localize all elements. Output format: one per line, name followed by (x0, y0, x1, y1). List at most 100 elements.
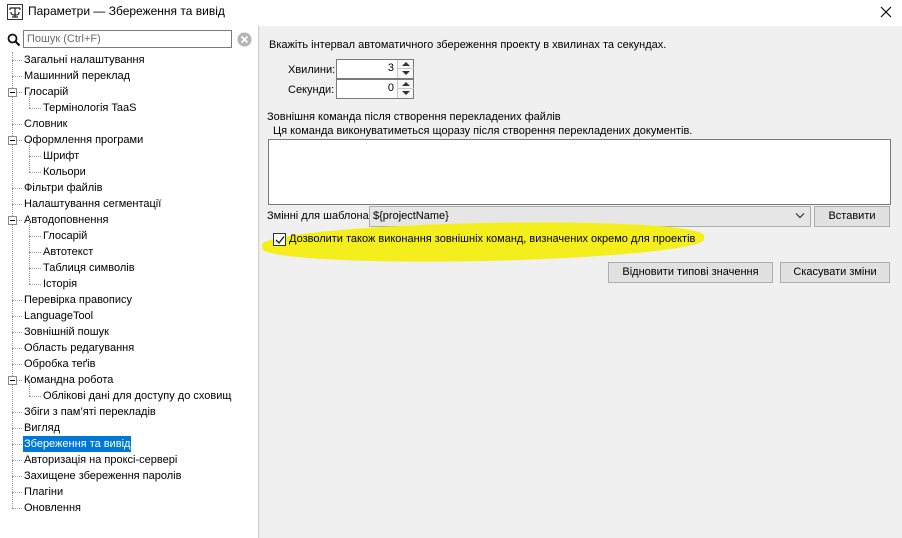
external-command-textarea[interactable] (268, 139, 891, 205)
tree-item[interactable]: Область редагування (0, 340, 258, 356)
insert-button[interactable]: Вставити (814, 206, 890, 227)
tree-item-label: Оформлення програми (24, 134, 144, 146)
tree-guide-line (12, 412, 22, 413)
tree-item-label: Термінологія TaaS (43, 102, 137, 114)
tree-guide-line (12, 348, 22, 349)
tree-item[interactable]: Таблиця символів (0, 252, 258, 276)
seconds-value: 0 (387, 82, 394, 94)
chevron-down-icon (795, 213, 805, 219)
tree-item[interactable]: Захищене збереження паролів (0, 468, 258, 484)
tree-guide-line (12, 364, 22, 365)
tree-item[interactable]: Термінологія TaaS (0, 92, 258, 116)
tree-item-label: Облікові дані для доступу до сховищ (43, 390, 232, 402)
search-icon (7, 33, 21, 47)
tree-item-label: Область редагування (24, 342, 135, 354)
tree-item-label: Зовнішній пошук (24, 326, 109, 338)
tree-item[interactable]: Історія (0, 268, 258, 292)
tree-item[interactable]: Облікові дані для доступу до сховищ (0, 380, 258, 404)
seconds-label: Секунди: (288, 84, 335, 96)
tree-guide-line (29, 172, 41, 173)
tree-item-label: Авторизація на проксі-сервері (24, 454, 178, 466)
tree-item-label: Вигляд (24, 422, 61, 434)
tree-guide-line (12, 204, 22, 205)
title-bar: Параметри — Збереження та вивід (0, 0, 902, 24)
tree-item[interactable]: Командна робота (0, 372, 258, 388)
tree-item[interactable]: Збіги з пам’яті перекладів (0, 404, 258, 420)
tree-item[interactable]: Автодоповнення (0, 212, 258, 228)
tree-guide-line (12, 508, 22, 509)
tree-item-label: Захищене збереження паролів (24, 470, 182, 482)
allow-project-commands-label[interactable]: Дозволити також виконання зовнішніх кома… (289, 233, 695, 245)
allow-project-commands-checkbox[interactable] (273, 233, 286, 246)
window-title: Параметри — Збереження та вивід (28, 4, 225, 18)
tree-item[interactable]: Збереження та вивід (0, 436, 258, 452)
tree-item[interactable]: Зовнішній пошук (0, 324, 258, 340)
tree-item-label: Глосарій (43, 230, 88, 242)
tree-item[interactable]: Шрифт (0, 140, 258, 164)
tree-item[interactable]: Машинний переклад (0, 68, 258, 84)
tree-guide-line (12, 124, 22, 125)
tree-item-label: Таблиця символів (43, 262, 135, 274)
collapse-toggle-icon[interactable] (8, 216, 17, 225)
preferences-sidebar: Загальні налаштування Машинний переклад Гл… (0, 26, 258, 538)
tree-item-label: Загальні налаштування (24, 54, 145, 66)
external-command-title: Зовнішня команда після створення перекла… (267, 111, 561, 123)
checkmark-icon (275, 236, 285, 245)
tree-guide-line (29, 380, 30, 396)
tree-guide-line (29, 268, 41, 269)
template-variables-label: Змінні для шаблона: (267, 210, 372, 222)
tree-item[interactable]: Загальні налаштування (0, 52, 258, 68)
minutes-label: Хвилини: (288, 64, 336, 76)
tree-guide-line (29, 108, 41, 109)
tree-item[interactable]: Кольори (0, 156, 258, 180)
tree-item[interactable]: Авторизація на проксі-сервері (0, 452, 258, 468)
tree-guide-line (12, 460, 22, 461)
collapse-toggle-icon[interactable] (8, 376, 17, 385)
external-command-note: Ця команда виконуватиметься щоразу після… (273, 125, 693, 137)
spinner-down-icon[interactable] (398, 69, 414, 78)
tree-item[interactable]: Глосарій (0, 84, 258, 100)
cancel-changes-button[interactable]: Скасувати зміни (780, 262, 890, 283)
tree-item-label: LanguageTool (24, 310, 94, 322)
tree-item[interactable]: Перевірка правопису (0, 292, 258, 308)
template-variables-value: ${projectName} (373, 210, 449, 222)
tree-guide-line (12, 316, 22, 317)
close-button[interactable] (870, 0, 902, 24)
tree-guide-line (29, 396, 41, 397)
tree-item-label: Перевірка правопису (24, 294, 133, 306)
tree-item-label: Автотекст (43, 246, 94, 258)
tree-item[interactable]: Оформлення програми (0, 132, 258, 148)
restore-defaults-button[interactable]: Відновити типові значення (608, 262, 773, 283)
tree-item[interactable]: Словник (0, 116, 258, 132)
tree-guide-line (29, 252, 30, 268)
tree-item-label: Налаштування сегментації (24, 198, 162, 210)
tree-item[interactable]: Вигляд (0, 420, 258, 436)
tree-guide-line (29, 252, 41, 253)
seconds-spinner[interactable]: 0 (336, 79, 414, 99)
tree-item-label: Фільтри файлів (24, 182, 103, 194)
tree-guide-line (29, 284, 41, 285)
tree-item-label: Словник (24, 118, 68, 130)
tree-item-label: Машинний переклад (24, 70, 131, 82)
spinner-up-icon[interactable] (398, 60, 414, 69)
tree-item[interactable]: Автотекст (0, 236, 258, 260)
tree-item[interactable]: Плагіни (0, 484, 258, 500)
tree-item[interactable]: Обробка теґів (0, 356, 258, 372)
tree-guide-line (12, 492, 22, 493)
search-input[interactable] (23, 30, 232, 48)
tree-item[interactable]: Глосарій (0, 220, 258, 244)
tree-item[interactable]: Фільтри файлів (0, 180, 258, 196)
tree-item[interactable]: Оновлення (0, 500, 258, 516)
autosave-description: Вкажіть інтервал автоматичного збереженн… (269, 39, 667, 51)
spinner-up-icon[interactable] (398, 80, 414, 89)
tree-item[interactable]: LanguageTool (0, 308, 258, 324)
clear-icon[interactable] (237, 32, 252, 47)
tree-item[interactable]: Налаштування сегментації (0, 196, 258, 212)
minutes-spinner[interactable]: 3 (336, 59, 414, 79)
tree-guide-line (29, 268, 30, 284)
tree-item-label: Історія (43, 278, 78, 290)
collapse-toggle-icon[interactable] (8, 88, 17, 97)
spinner-down-icon[interactable] (398, 89, 414, 98)
tree-item-label: Збіги з пам’яті перекладів (24, 406, 156, 418)
collapse-toggle-icon[interactable] (8, 136, 17, 145)
